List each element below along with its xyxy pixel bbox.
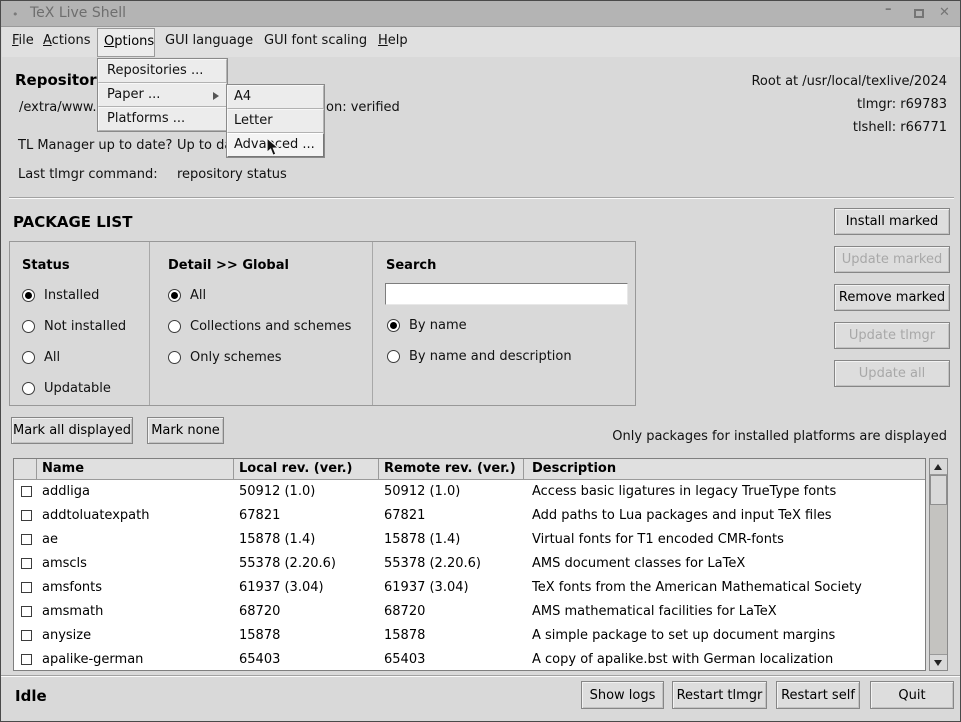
radio-icon xyxy=(168,289,181,302)
row-checkbox[interactable] xyxy=(21,606,32,617)
restart-tlmgr-button[interactable]: Restart tlmgr xyxy=(672,681,767,709)
row-checkbox[interactable] xyxy=(21,510,32,521)
menu-actions[interactable]: Actions xyxy=(43,33,91,48)
scrollbar-thumb[interactable] xyxy=(930,475,947,505)
table-row[interactable]: anysize 15878 15878 A simple package to … xyxy=(14,624,925,648)
show-logs-button[interactable]: Show logs xyxy=(581,681,664,709)
platforms-note: Only packages for installed platforms ar… xyxy=(612,429,947,444)
table-row[interactable]: addliga 50912 (1.0) 50912 (1.0) Access b… xyxy=(14,480,925,504)
vertical-scrollbar[interactable] xyxy=(929,458,948,671)
detail-group-label: Detail >> Global xyxy=(168,258,289,273)
row-checkbox[interactable] xyxy=(21,582,32,593)
status-text: Idle xyxy=(15,687,47,705)
package-table: Name Local rev. (ver.) Remote rev. (ver.… xyxy=(13,458,926,671)
tlmgr-revision-label: tlmgr: r69783 xyxy=(857,97,947,112)
statusbar-separator xyxy=(1,675,961,677)
maximize-icon[interactable] xyxy=(914,9,924,18)
repository-verification: on: verified xyxy=(326,100,400,115)
radio-icon xyxy=(22,382,35,395)
row-checkbox[interactable] xyxy=(21,630,32,641)
root-path-label: Root at /usr/local/texlive/2024 xyxy=(751,74,947,89)
update-marked-button: Update marked xyxy=(834,246,950,273)
close-icon[interactable]: ✕ xyxy=(939,5,950,20)
table-row[interactable]: apalike-german 65403 65403 A copy of apa… xyxy=(14,648,925,671)
window-title: TeX Live Shell xyxy=(30,5,126,21)
table-row[interactable]: amsfonts 61937 (3.04) 61937 (3.04) TeX f… xyxy=(14,576,925,600)
header-remote-rev: Remote rev. (ver.) xyxy=(379,459,524,480)
menu-item-repositories[interactable]: Repositories ... xyxy=(98,59,227,83)
tex-live-shell-window: • TeX Live Shell – ✕ File Actions Option… xyxy=(0,0,961,722)
radio-icon xyxy=(22,351,35,364)
menu-help[interactable]: Help xyxy=(378,33,408,48)
menu-options[interactable]: Options xyxy=(97,28,155,57)
minimize-icon[interactable]: – xyxy=(885,2,892,17)
scroll-down-button[interactable] xyxy=(930,654,947,670)
filter-separator xyxy=(149,242,150,405)
menu-item-paper[interactable]: Paper ... xyxy=(98,83,227,107)
menu-gui-language[interactable]: GUI language xyxy=(165,33,253,48)
repository-heading: Repository xyxy=(15,71,107,89)
radio-icon xyxy=(22,320,35,333)
menu-item-a4[interactable]: A4 xyxy=(227,85,324,109)
header-mark-column xyxy=(14,459,37,480)
package-list-heading: PACKAGE LIST xyxy=(13,213,132,231)
options-dropdown-menu: Repositories ... Paper ... Platforms ... xyxy=(97,58,228,132)
scroll-up-button[interactable] xyxy=(930,459,947,475)
header-name: Name xyxy=(37,459,234,480)
table-row[interactable]: addtoluatexpath 67821 67821 Add paths to… xyxy=(14,504,925,528)
menu-file[interactable]: File xyxy=(12,33,34,48)
restart-self-button[interactable]: Restart self xyxy=(776,681,860,709)
arrow-down-icon xyxy=(934,660,942,666)
radio-icon xyxy=(387,319,400,332)
last-tlmgr-command-label: Last tlmgr command: xyxy=(18,167,158,182)
mark-none-button[interactable]: Mark none xyxy=(147,417,224,444)
row-checkbox[interactable] xyxy=(21,558,32,569)
title-bar[interactable]: • TeX Live Shell – ✕ xyxy=(1,1,960,27)
app-icon: • xyxy=(12,8,19,21)
search-input[interactable] xyxy=(385,283,628,305)
section-separator xyxy=(9,197,954,199)
row-checkbox[interactable] xyxy=(21,534,32,545)
mark-all-displayed-button[interactable]: Mark all displayed xyxy=(11,417,133,444)
filter-separator xyxy=(372,242,373,405)
radio-icon xyxy=(22,289,35,302)
table-row[interactable]: ae 15878 (1.4) 15878 (1.4) Virtual fonts… xyxy=(14,528,925,552)
menu-gui-font-scaling[interactable]: GUI font scaling xyxy=(264,33,367,48)
menu-item-letter[interactable]: Letter xyxy=(227,109,324,133)
last-tlmgr-command-value: repository status xyxy=(177,167,287,182)
table-row[interactable]: amsmath 68720 68720 AMS mathematical fac… xyxy=(14,600,925,624)
menu-item-platforms[interactable]: Platforms ... xyxy=(98,107,227,131)
radio-icon xyxy=(168,351,181,364)
mouse-cursor xyxy=(266,137,280,157)
radio-icon xyxy=(168,320,181,333)
radio-icon xyxy=(387,350,400,363)
table-header-row: Name Local rev. (ver.) Remote rev. (ver.… xyxy=(14,459,925,480)
arrow-up-icon xyxy=(934,464,942,470)
tl-manager-uptodate-label: TL Manager up to date? xyxy=(18,138,172,153)
header-description: Description xyxy=(524,459,925,480)
repository-url: /extra/www. xyxy=(19,100,96,115)
tlshell-revision-label: tlshell: r66771 xyxy=(853,120,947,135)
remove-marked-button[interactable]: Remove marked xyxy=(834,284,950,311)
update-all-button: Update all xyxy=(834,360,950,387)
quit-button[interactable]: Quit xyxy=(870,681,954,709)
submenu-arrow-icon xyxy=(213,92,219,100)
row-checkbox[interactable] xyxy=(21,654,32,665)
update-tlmgr-button: Update tlmgr xyxy=(834,322,950,349)
menu-bar: File Actions Options GUI language GUI fo… xyxy=(2,27,961,57)
filter-panel: Status Installed Not installed All Updat… xyxy=(9,241,636,406)
status-group-label: Status xyxy=(22,258,70,273)
row-checkbox[interactable] xyxy=(21,486,32,497)
table-row[interactable]: amscls 55378 (2.20.6) 55378 (2.20.6) AMS… xyxy=(14,552,925,576)
header-local-rev: Local rev. (ver.) xyxy=(234,459,379,480)
search-group-label: Search xyxy=(386,258,436,273)
install-marked-button[interactable]: Install marked xyxy=(834,208,950,235)
